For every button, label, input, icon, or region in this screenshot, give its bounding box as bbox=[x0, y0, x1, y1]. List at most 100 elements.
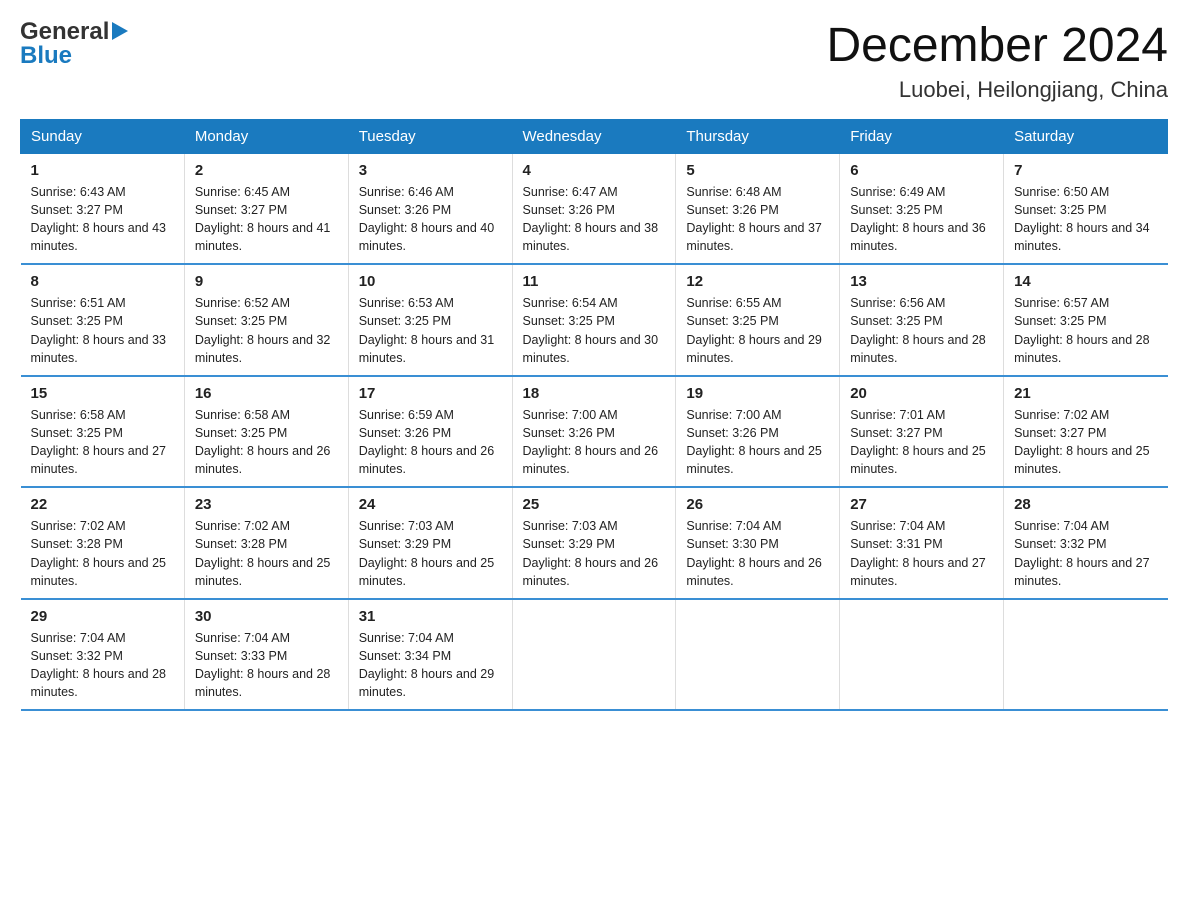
day-info-line: Sunset: 3:34 PM bbox=[359, 649, 451, 663]
day-info-line: Sunset: 3:32 PM bbox=[1014, 537, 1106, 551]
day-info-line: Daylight: 8 hours and 31 minutes. bbox=[359, 333, 495, 365]
title-block: December 2024 Luobei, Heilongjiang, Chin… bbox=[826, 20, 1168, 103]
day-number: 31 bbox=[359, 608, 502, 625]
day-info-line: Sunset: 3:28 PM bbox=[195, 537, 287, 551]
day-info-line: Sunrise: 6:55 AM bbox=[686, 296, 781, 310]
day-info-line: Daylight: 8 hours and 33 minutes. bbox=[31, 333, 167, 365]
day-info-line: Sunset: 3:25 PM bbox=[1014, 203, 1106, 217]
day-info: Sunrise: 6:52 AMSunset: 3:25 PMDaylight:… bbox=[195, 294, 338, 367]
logo-line1: General bbox=[20, 20, 128, 44]
day-info-line: Sunset: 3:25 PM bbox=[523, 314, 615, 328]
day-number: 3 bbox=[359, 162, 502, 179]
day-info-line: Daylight: 8 hours and 37 minutes. bbox=[686, 221, 822, 253]
day-info: Sunrise: 6:45 AM Sunset: 3:27 PM Daylight:… bbox=[195, 183, 338, 256]
day-info-line: Sunset: 3:27 PM bbox=[31, 203, 123, 217]
day-info-line: Daylight: 8 hours and 41 minutes. bbox=[195, 221, 331, 253]
calendar-table: SundayMondayTuesdayWednesdayThursdayFrid… bbox=[20, 119, 1168, 712]
day-info-line: Daylight: 8 hours and 27 minutes. bbox=[850, 556, 986, 588]
day-number: 9 bbox=[195, 273, 338, 290]
logo-triangle-icon bbox=[112, 22, 128, 40]
day-info-line: Daylight: 8 hours and 28 minutes. bbox=[195, 667, 331, 699]
calendar-day-cell: 8Sunrise: 6:51 AMSunset: 3:25 PMDaylight… bbox=[21, 264, 185, 376]
calendar-day-cell: 25Sunrise: 7:03 AMSunset: 3:29 PMDayligh… bbox=[512, 487, 676, 599]
day-number: 30 bbox=[195, 608, 338, 625]
weekday-header-row: SundayMondayTuesdayWednesdayThursdayFrid… bbox=[21, 119, 1168, 153]
logo-line2: Blue bbox=[20, 44, 72, 68]
day-info-line: Sunrise: 6:45 AM bbox=[195, 185, 290, 199]
calendar-day-cell: 12Sunrise: 6:55 AMSunset: 3:25 PMDayligh… bbox=[676, 264, 840, 376]
day-info-line: Sunset: 3:25 PM bbox=[850, 203, 942, 217]
day-info-line: Sunset: 3:26 PM bbox=[686, 426, 778, 440]
day-info-line: Daylight: 8 hours and 28 minutes. bbox=[31, 667, 167, 699]
day-info: Sunrise: 7:04 AMSunset: 3:32 PMDaylight:… bbox=[31, 629, 174, 702]
day-info-line: Sunrise: 7:03 AM bbox=[359, 519, 454, 533]
calendar-day-cell: 23Sunrise: 7:02 AMSunset: 3:28 PMDayligh… bbox=[184, 487, 348, 599]
day-info-line: Sunset: 3:25 PM bbox=[686, 314, 778, 328]
day-info: Sunrise: 7:03 AMSunset: 3:29 PMDaylight:… bbox=[359, 517, 502, 590]
day-number: 25 bbox=[523, 496, 666, 513]
day-number: 19 bbox=[686, 385, 829, 402]
day-info-line: Sunrise: 6:56 AM bbox=[850, 296, 945, 310]
day-info-line: Sunrise: 7:04 AM bbox=[1014, 519, 1109, 533]
weekday-header-wednesday: Wednesday bbox=[512, 119, 676, 153]
day-info-line: Daylight: 8 hours and 40 minutes. bbox=[359, 221, 495, 253]
day-info-line: Sunset: 3:28 PM bbox=[31, 537, 123, 551]
calendar-day-cell: 17Sunrise: 6:59 AMSunset: 3:26 PMDayligh… bbox=[348, 376, 512, 488]
day-number: 21 bbox=[1014, 385, 1157, 402]
day-info-line: Daylight: 8 hours and 28 minutes. bbox=[850, 333, 986, 365]
day-info-line: Sunrise: 7:01 AM bbox=[850, 408, 945, 422]
day-info-line: Sunset: 3:26 PM bbox=[359, 426, 451, 440]
day-info-line: Daylight: 8 hours and 26 minutes. bbox=[359, 444, 495, 476]
day-number: 11 bbox=[523, 273, 666, 290]
day-number: 28 bbox=[1014, 496, 1157, 513]
calendar-day-cell: 14Sunrise: 6:57 AMSunset: 3:25 PMDayligh… bbox=[1004, 264, 1168, 376]
page-header: General Blue December 2024 Luobei, Heilo… bbox=[20, 20, 1168, 103]
logo-general-text: General bbox=[20, 18, 109, 45]
day-info-line: Sunset: 3:30 PM bbox=[686, 537, 778, 551]
day-info: Sunrise: 6:55 AMSunset: 3:25 PMDaylight:… bbox=[686, 294, 829, 367]
day-info-line: Daylight: 8 hours and 27 minutes. bbox=[31, 444, 167, 476]
calendar-day-cell bbox=[676, 599, 840, 711]
day-info-line: Sunrise: 7:04 AM bbox=[195, 631, 290, 645]
day-info-line: Sunrise: 7:04 AM bbox=[686, 519, 781, 533]
day-info-line: Sunset: 3:27 PM bbox=[850, 426, 942, 440]
calendar-day-cell: 28Sunrise: 7:04 AMSunset: 3:32 PMDayligh… bbox=[1004, 487, 1168, 599]
day-info: Sunrise: 6:54 AMSunset: 3:25 PMDaylight:… bbox=[523, 294, 666, 367]
day-info-line: Daylight: 8 hours and 32 minutes. bbox=[195, 333, 331, 365]
day-number: 13 bbox=[850, 273, 993, 290]
calendar-body: 1Sunrise: 6:43 AMSunset: 3:27 PMDaylight… bbox=[21, 153, 1168, 710]
day-number: 18 bbox=[523, 385, 666, 402]
calendar-day-cell: 7Sunrise: 6:50 AMSunset: 3:25 PMDaylight… bbox=[1004, 153, 1168, 264]
calendar-week-row: 29Sunrise: 7:04 AMSunset: 3:32 PMDayligh… bbox=[21, 599, 1168, 711]
calendar-day-cell: 11Sunrise: 6:54 AMSunset: 3:25 PMDayligh… bbox=[512, 264, 676, 376]
calendar-day-cell: 15Sunrise: 6:58 AMSunset: 3:25 PMDayligh… bbox=[21, 376, 185, 488]
day-info: Sunrise: 6:51 AMSunset: 3:25 PMDaylight:… bbox=[31, 294, 174, 367]
calendar-day-cell: 22Sunrise: 7:02 AMSunset: 3:28 PMDayligh… bbox=[21, 487, 185, 599]
day-info-line: Daylight: 8 hours and 25 minutes. bbox=[195, 556, 331, 588]
day-info-line: Sunrise: 6:54 AM bbox=[523, 296, 618, 310]
day-info: Sunrise: 6:47 AMSunset: 3:26 PMDaylight:… bbox=[523, 183, 666, 256]
calendar-day-cell: 6Sunrise: 6:49 AMSunset: 3:25 PMDaylight… bbox=[840, 153, 1004, 264]
day-info-line: Daylight: 8 hours and 25 minutes. bbox=[686, 444, 822, 476]
day-number: 20 bbox=[850, 385, 993, 402]
day-info-line: Sunrise: 6:58 AM bbox=[31, 408, 126, 422]
day-info: Sunrise: 6:58 AMSunset: 3:25 PMDaylight:… bbox=[195, 406, 338, 479]
calendar-week-row: 8Sunrise: 6:51 AMSunset: 3:25 PMDaylight… bbox=[21, 264, 1168, 376]
day-info-line: Sunrise: 6:46 AM bbox=[359, 185, 454, 199]
day-info-line: Sunrise: 7:03 AM bbox=[523, 519, 618, 533]
day-number: 15 bbox=[31, 385, 174, 402]
day-info-line: Daylight: 8 hours and 36 minutes. bbox=[850, 221, 986, 253]
calendar-day-cell bbox=[1004, 599, 1168, 711]
day-number: 5 bbox=[686, 162, 829, 179]
calendar-day-cell: 3Sunrise: 6:46 AMSunset: 3:26 PMDaylight… bbox=[348, 153, 512, 264]
day-info-line: Sunset: 3:27 PM bbox=[195, 203, 287, 217]
calendar-day-cell: 31Sunrise: 7:04 AMSunset: 3:34 PMDayligh… bbox=[348, 599, 512, 711]
day-info-line: Daylight: 8 hours and 25 minutes. bbox=[1014, 444, 1150, 476]
day-info-line: Sunset: 3:29 PM bbox=[359, 537, 451, 551]
day-number: 6 bbox=[850, 162, 993, 179]
day-info: Sunrise: 7:02 AMSunset: 3:28 PMDaylight:… bbox=[195, 517, 338, 590]
day-info-line: Daylight: 8 hours and 26 minutes. bbox=[686, 556, 822, 588]
weekday-header-thursday: Thursday bbox=[676, 119, 840, 153]
day-info-line: Sunset: 3:25 PM bbox=[1014, 314, 1106, 328]
day-info: Sunrise: 6:50 AMSunset: 3:25 PMDaylight:… bbox=[1014, 183, 1157, 256]
